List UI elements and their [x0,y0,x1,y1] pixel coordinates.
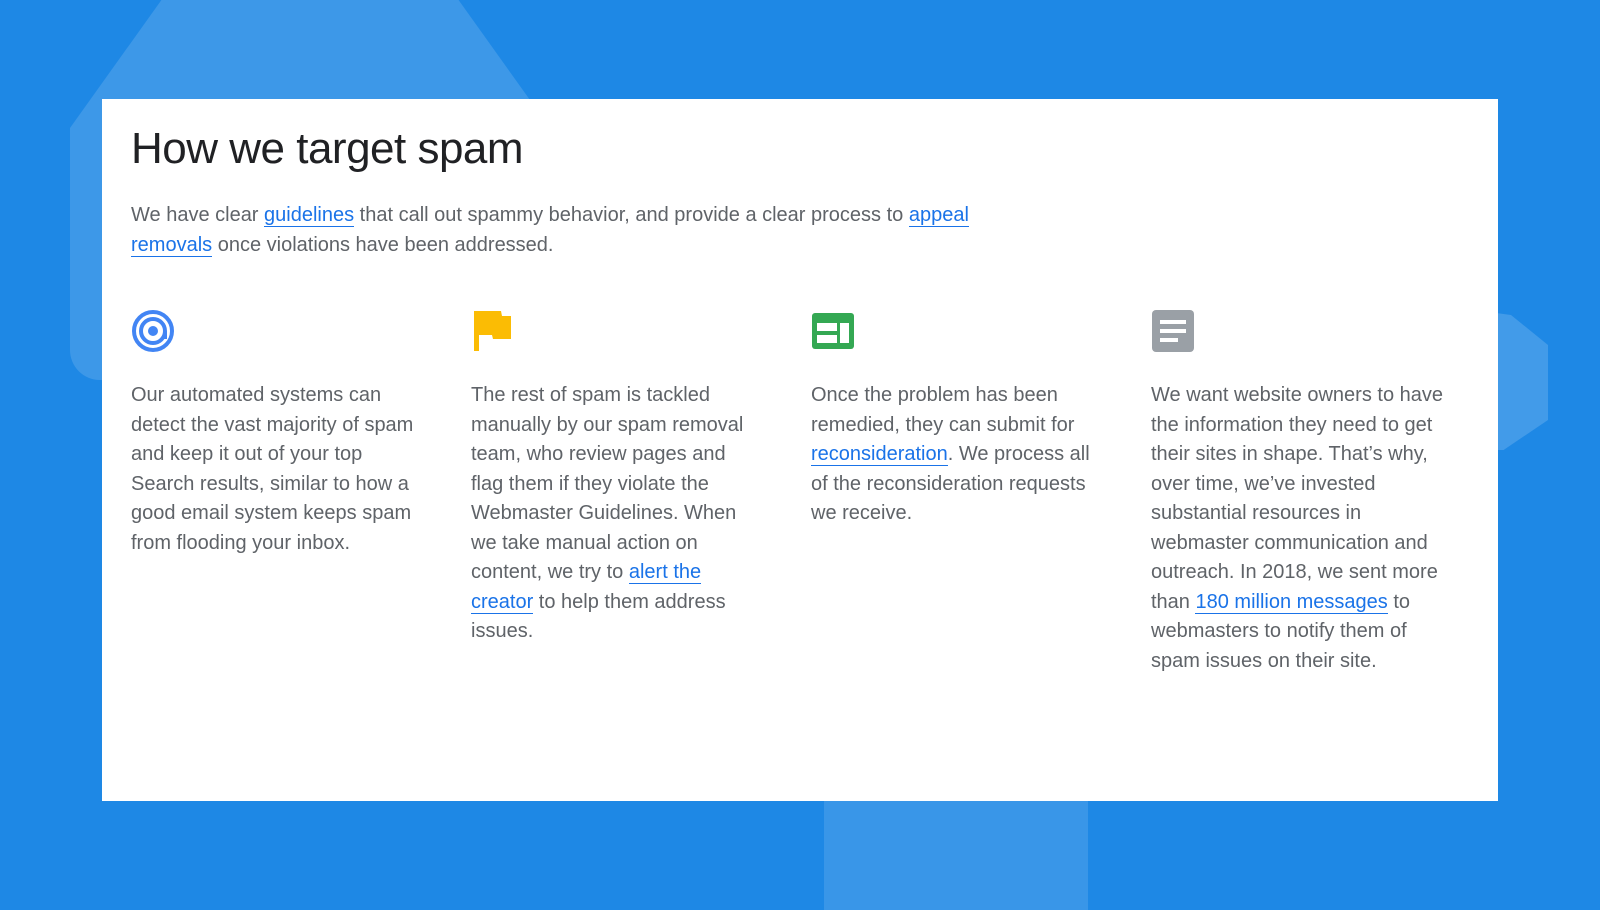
guidelines-link[interactable]: guidelines [264,204,355,228]
intro-text: We have clear [131,204,265,227]
content-card: How we target spam We have clear guideli… [102,99,1498,801]
intro-paragraph: We have clear guidelines that call out s… [131,200,1001,260]
feature-text: The rest of spam is tackled manually by … [471,381,763,647]
180-million-messages-link[interactable]: 180 million messages [1195,590,1388,614]
intro-text: that call out spammy behavior, and provi… [354,204,909,227]
reconsideration-link[interactable]: reconsideration [811,443,948,467]
intro-text: once violations have been addressed. [212,234,554,257]
feature-manual: The rest of spam is tackled manually by … [471,309,811,676]
feature-text-part: The rest of spam is tackled manually by … [471,384,744,584]
feature-text: Our automated systems can detect the vas… [131,384,414,554]
document-icon [1152,310,1194,353]
feature-reconsideration: Once the problem has been remedied, they… [811,309,1151,676]
feature-text: Once the problem has been remedied, they… [811,381,1103,529]
feature-columns: Our automated systems can detect the vas… [131,309,1469,676]
feature-text-part: Once the problem has been remedied, they… [811,384,1075,436]
feature-text: We want website owners to have the infor… [1151,381,1443,676]
at-sign-icon [132,310,174,353]
feature-automated: Our automated systems can detect the vas… [131,309,471,676]
feature-text-part: We want website owners to have the infor… [1151,384,1444,613]
feature-outreach: We want website owners to have the infor… [1151,309,1491,676]
web-page-icon [812,313,854,350]
flag-icon [474,311,511,352]
page-title: How we target spam [131,124,524,173]
